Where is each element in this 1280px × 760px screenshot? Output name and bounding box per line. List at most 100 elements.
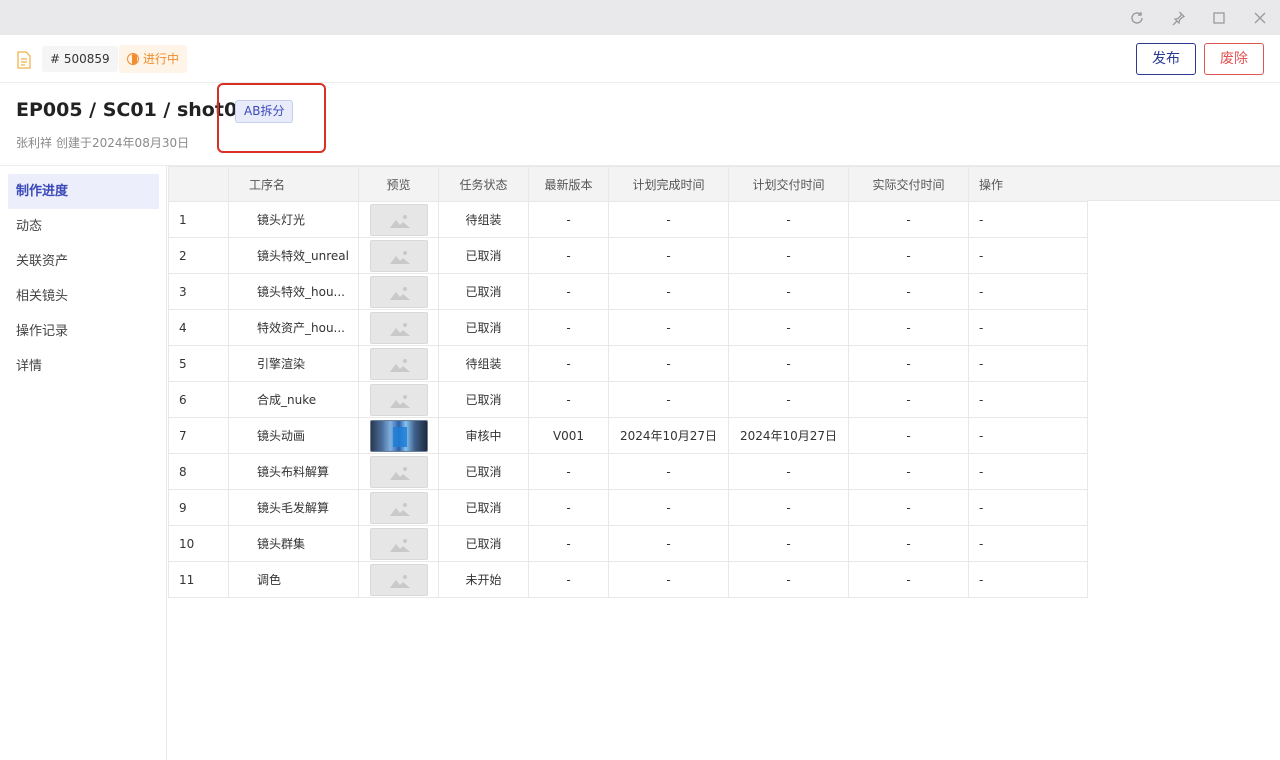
plan-done-cell: -: [608, 309, 729, 346]
image-placeholder-icon[interactable]: [369, 203, 428, 236]
row-index: 8: [168, 453, 229, 490]
table-row[interactable]: 3 镜头特效_hou... 已取消 - - - - -: [168, 273, 1088, 310]
col-header-status[interactable]: 任务状态: [438, 166, 529, 202]
plan-deliver-cell: -: [728, 237, 849, 274]
preview-cell[interactable]: [358, 237, 439, 274]
process-name-cell[interactable]: 镜头动画: [228, 417, 359, 454]
image-placeholder-icon[interactable]: [369, 491, 428, 524]
plan-deliver-cell: -: [728, 453, 849, 490]
sidebar-item-progress[interactable]: 制作进度: [8, 174, 159, 209]
process-name-cell[interactable]: 特效资产_hou...: [228, 309, 359, 346]
table-row[interactable]: 11 调色 未开始 - - - - -: [168, 561, 1088, 598]
created-meta: 张利祥 创建于2024年08月30日: [16, 134, 193, 151]
preview-cell[interactable]: [358, 561, 439, 598]
preview-thumbnail[interactable]: [369, 419, 428, 452]
version-cell[interactable]: -: [528, 489, 609, 526]
status-cell: 已取消: [438, 489, 529, 526]
sidebar-item-related-assets[interactable]: 关联资产: [8, 244, 159, 279]
actual-deliver-cell: -: [848, 561, 969, 598]
plan-deliver-cell: -: [728, 345, 849, 382]
close-icon[interactable]: [1250, 8, 1270, 28]
preview-cell[interactable]: [358, 453, 439, 490]
plan-deliver-cell: 2024年10月27日: [728, 417, 849, 454]
operation-cell: -: [968, 417, 1088, 454]
status-cell: 已取消: [438, 273, 529, 310]
actual-deliver-cell: -: [848, 489, 969, 526]
table-row[interactable]: 6 合成_nuke 已取消 - - - - -: [168, 381, 1088, 418]
actual-deliver-cell: -: [848, 417, 969, 454]
plan-deliver-cell: -: [728, 309, 849, 346]
col-header-version[interactable]: 最新版本: [528, 166, 609, 202]
process-name-cell[interactable]: 镜头灯光: [228, 201, 359, 238]
preview-cell[interactable]: [358, 309, 439, 346]
process-name-cell[interactable]: 镜头特效_unreal: [228, 237, 359, 274]
version-cell[interactable]: -: [528, 309, 609, 346]
table-row[interactable]: 9 镜头毛发解算 已取消 - - - - -: [168, 489, 1088, 526]
process-name-cell[interactable]: 镜头布料解算: [228, 453, 359, 490]
operation-cell: -: [968, 489, 1088, 526]
image-placeholder-icon[interactable]: [369, 347, 428, 380]
col-header-plan-done[interactable]: 计划完成时间: [608, 166, 729, 202]
col-header-process[interactable]: 工序名: [228, 166, 359, 202]
image-placeholder-icon[interactable]: [369, 455, 428, 488]
sidebar-item-related-shots[interactable]: 相关镜头: [8, 279, 159, 314]
version-cell[interactable]: -: [528, 525, 609, 562]
progress-table: 工序名 预览 任务状态 最新版本 计划完成时间 计划交付时间 实际交付时间 操作…: [168, 166, 1088, 598]
preview-cell[interactable]: [358, 345, 439, 382]
col-header-actual-deliver[interactable]: 实际交付时间: [848, 166, 969, 202]
publish-button[interactable]: 发布: [1136, 43, 1196, 75]
image-placeholder-icon[interactable]: [369, 383, 428, 416]
table-header-row: 工序名 预览 任务状态 最新版本 计划完成时间 计划交付时间 实际交付时间 操作: [168, 166, 1088, 202]
abolish-button[interactable]: 废除: [1204, 43, 1264, 75]
preview-cell[interactable]: [358, 201, 439, 238]
plan-done-cell: -: [608, 201, 729, 238]
refresh-icon[interactable]: [1127, 8, 1147, 28]
version-cell[interactable]: V001: [528, 417, 609, 454]
col-header-preview[interactable]: 预览: [358, 166, 439, 202]
actual-deliver-cell: -: [848, 201, 969, 238]
col-header-plan-deliver[interactable]: 计划交付时间: [728, 166, 849, 202]
image-placeholder-icon[interactable]: [369, 239, 428, 272]
version-cell[interactable]: -: [528, 561, 609, 598]
process-name-cell[interactable]: 镜头群集: [228, 525, 359, 562]
version-cell[interactable]: -: [528, 201, 609, 238]
table-row[interactable]: 2 镜头特效_unreal 已取消 - - - - -: [168, 237, 1088, 274]
version-cell[interactable]: -: [528, 273, 609, 310]
col-header-operation[interactable]: 操作: [968, 166, 1088, 202]
maximize-icon[interactable]: [1209, 8, 1229, 28]
process-name-cell[interactable]: 镜头毛发解算: [228, 489, 359, 526]
table-row[interactable]: 5 引擎渲染 待组装 - - - - -: [168, 345, 1088, 382]
process-name-cell[interactable]: 调色: [228, 561, 359, 598]
sidebar-item-details[interactable]: 详情: [8, 349, 159, 384]
actual-deliver-cell: -: [848, 381, 969, 418]
table-row[interactable]: 10 镜头群集 已取消 - - - - -: [168, 525, 1088, 562]
process-name-cell[interactable]: 引擎渲染: [228, 345, 359, 382]
image-placeholder-icon[interactable]: [369, 275, 428, 308]
plan-done-cell: -: [608, 453, 729, 490]
version-cell[interactable]: -: [528, 381, 609, 418]
preview-cell[interactable]: [358, 489, 439, 526]
sidebar-item-activity[interactable]: 动态: [8, 209, 159, 244]
version-cell[interactable]: -: [528, 453, 609, 490]
sidebar-item-operation-log[interactable]: 操作记录: [8, 314, 159, 349]
preview-cell[interactable]: [358, 525, 439, 562]
process-name-cell[interactable]: 合成_nuke: [228, 381, 359, 418]
image-placeholder-icon[interactable]: [369, 563, 428, 596]
preview-cell[interactable]: [358, 273, 439, 310]
version-cell[interactable]: -: [528, 345, 609, 382]
pin-icon[interactable]: [1168, 8, 1188, 28]
table-row[interactable]: 4 特效资产_hou... 已取消 - - - - -: [168, 309, 1088, 346]
preview-cell[interactable]: [358, 417, 439, 454]
version-cell[interactable]: -: [528, 237, 609, 274]
table-row[interactable]: 1 镜头灯光 待组装 - - - - -: [168, 201, 1088, 238]
table-row[interactable]: 8 镜头布料解算 已取消 - - - - -: [168, 453, 1088, 490]
row-index: 4: [168, 309, 229, 346]
table-row[interactable]: 7 镜头动画 审核中 V001 2024年10月27日 2024年10月27日 - -: [168, 417, 1088, 454]
process-name-cell[interactable]: 镜头特效_hou...: [228, 273, 359, 310]
image-placeholder-icon[interactable]: [369, 527, 428, 560]
status-cell: 已取消: [438, 525, 529, 562]
preview-cell[interactable]: [358, 381, 439, 418]
table-header-extension: [1087, 166, 1280, 201]
operation-cell: -: [968, 453, 1088, 490]
image-placeholder-icon[interactable]: [369, 311, 428, 344]
